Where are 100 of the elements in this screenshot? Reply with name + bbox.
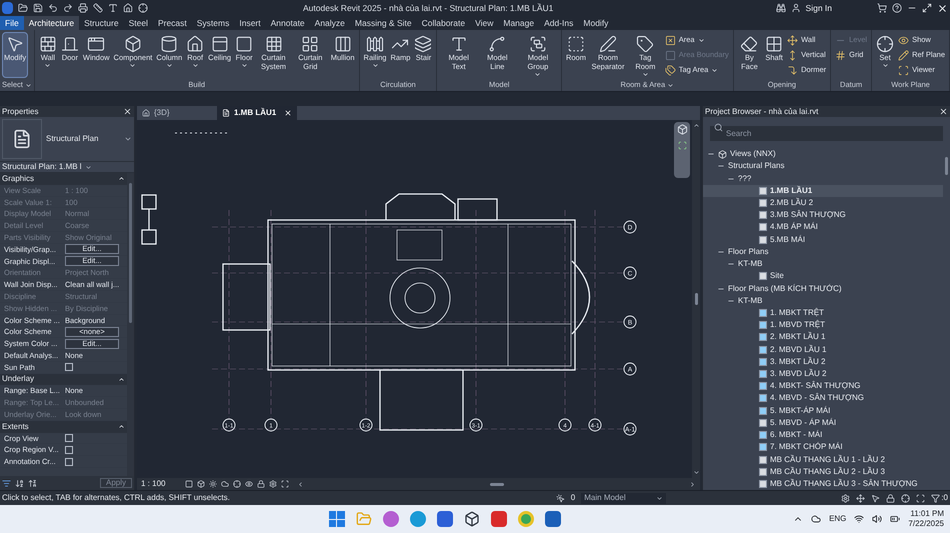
ribbon-tab[interactable]: Modify [578,16,614,30]
scroll-right-icon[interactable] [689,480,696,488]
close-icon[interactable] [939,107,948,116]
view-control-icon[interactable] [197,480,205,488]
checkbox[interactable] [65,363,73,372]
sign-in-link[interactable]: Sign In [806,2,832,14]
checkbox[interactable] [65,458,73,466]
selection-option-icon[interactable] [916,494,926,502]
tree-item[interactable]: 6. MBKT - MÁI [703,429,943,442]
toolbar-icon[interactable] [93,3,103,13]
toolbar-icon[interactable] [48,3,58,13]
view-control-icon[interactable] [269,480,277,488]
app-icon[interactable] [544,511,561,527]
toolbar-icon[interactable] [108,3,118,13]
ribbon-tab[interactable]: Massing & Site [350,16,417,30]
ribbon-tab[interactable]: Architecture [24,16,80,30]
view-control-icon[interactable] [233,480,241,488]
speaker-icon[interactable] [872,514,882,524]
app-logo[interactable] [2,2,13,14]
tree-item[interactable]: 7. MBKT CHÓP MÁI [703,441,943,454]
browser-icon[interactable] [518,511,534,527]
toolbar-icon[interactable] [138,3,148,13]
app-icon[interactable] [490,511,507,527]
horizontal-scrollbar[interactable] [297,480,696,488]
language-indicator[interactable]: ENG [829,513,846,525]
scroll-left-icon[interactable] [297,480,304,488]
tree-item[interactable]: MB CẦU THANG LẦU 3 - SÂN THƯỢNG [703,478,943,490]
binoculars-icon[interactable] [776,3,786,13]
cloud-icon[interactable] [811,514,822,524]
section-header[interactable]: Extents [0,420,127,433]
ribbon-tab[interactable]: File [0,16,24,30]
view-control-icon[interactable] [209,480,217,488]
ribbon-tab[interactable]: Add-Ins [539,16,578,30]
browser-icon[interactable] [410,511,426,527]
ribbon-tab[interactable]: Systems [192,16,234,30]
section-header[interactable]: Underlay [0,374,127,386]
selection-option-icon[interactable] [901,494,910,502]
ribbon-tab[interactable]: Analyze [310,16,350,30]
tree-item[interactable]: 5. MBVD - ÁP MÁI [703,416,943,430]
tree-item[interactable]: 1. MBKT TRỆT [703,306,943,320]
ribbon-tab[interactable]: Precast [152,16,192,30]
tree-item[interactable]: MB CẦU THANG LẦU 2 - LẦU 3 [703,466,943,478]
ribbon-tab[interactable]: Manage [498,16,540,30]
ribbon-tab[interactable]: Collaborate [416,16,470,30]
close-icon[interactable] [937,2,948,14]
tree-item[interactable]: 5. MBKT-ÁP MÁI [703,404,943,417]
navigation-bar[interactable] [674,122,690,178]
battery-icon[interactable] [890,514,900,524]
view-scale[interactable]: 1 : 100 [141,478,181,490]
help-icon[interactable] [892,3,902,13]
tree-item[interactable]: Views (NNX) [703,148,943,160]
tree-item[interactable]: 4.MB ÁP MÁI [703,221,943,234]
tree-item[interactable]: 3. MBVD LẦU 2 [703,368,943,380]
tree-item[interactable]: MB CẦU THANG LẦU 1 - LẦU 2 [703,453,943,466]
selection-option-icon[interactable] [871,494,880,502]
tree-item[interactable]: 1. MBVD TRỆT [703,319,943,332]
tree-item[interactable]: 4. MBKT- SÂN THƯỢNG [703,380,943,392]
tree-item[interactable]: KT-MB [703,258,943,270]
tree-item[interactable]: Site [703,270,943,282]
tree-item[interactable]: KT-MB [703,294,943,307]
start-icon[interactable] [328,511,345,527]
view-control-icon[interactable] [257,480,265,488]
view-cube-icon[interactable] [676,124,688,135]
ribbon-tab[interactable]: View [470,16,498,30]
user-icon[interactable] [790,3,801,13]
model-dropdown[interactable]: Main Model [581,492,666,504]
sort-ascending-icon[interactable] [15,478,24,488]
wifi-icon[interactable] [854,514,864,524]
toolbar-icon[interactable] [63,3,73,13]
ribbon-tab[interactable]: Annotate [266,16,310,30]
tree-item[interactable]: Structural Plans [703,160,943,172]
cube-icon[interactable] [464,511,480,527]
scrollbar[interactable] [127,173,134,476]
scrollbar[interactable] [692,120,700,478]
selection-option-icon[interactable] [856,494,866,502]
selection-option-icon[interactable] [841,494,850,502]
restore-icon[interactable] [922,3,932,13]
scroll-up-icon[interactable] [692,122,700,129]
ribbon-tab[interactable]: Structure [79,16,124,30]
toolbar-icon[interactable] [78,3,88,13]
toolbar-icon[interactable] [33,3,43,13]
view-control-icon[interactable] [185,480,193,488]
sort-descending-icon[interactable] [28,478,37,488]
checkbox[interactable] [65,434,73,442]
clock-time[interactable]: 11:01 PM [910,509,944,519]
scroll-down-icon[interactable] [692,469,700,476]
close-icon[interactable] [123,107,132,116]
tree-item[interactable]: 3. MBKT LẦU 2 [703,356,943,368]
ribbon-tab[interactable]: Steel [124,16,153,30]
tree-item[interactable]: 3.MB SÂN THƯỢNG [703,209,943,222]
tree-item[interactable]: 2. MBVD LẦU 1 [703,344,943,356]
caret-icon[interactable] [124,135,132,143]
selection-option-icon[interactable] [886,494,896,502]
tree-item[interactable]: 5.MB MÁI [703,234,943,246]
section-header[interactable]: Graphics [0,173,127,185]
tree-item[interactable]: Floor Plans (MB KÍCH THƯỚC) [703,282,943,295]
view-control-icon[interactable] [245,480,253,488]
cart-icon[interactable] [877,3,887,13]
tree-item[interactable]: ??? [703,172,943,185]
view-control-icon[interactable] [221,480,229,488]
